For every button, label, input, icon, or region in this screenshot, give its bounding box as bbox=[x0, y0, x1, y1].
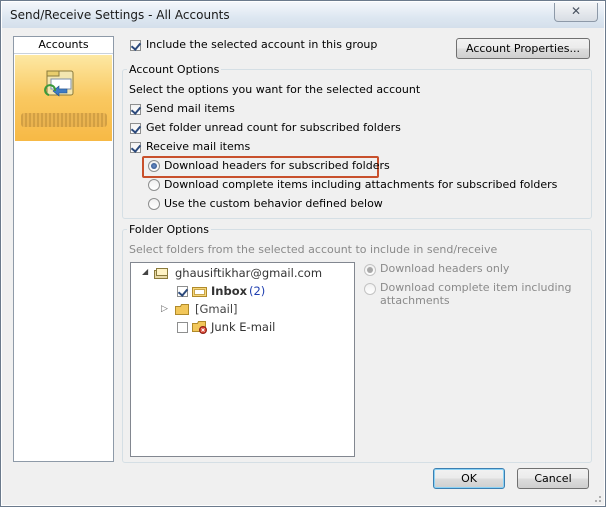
download-complete-item-label-line2: attachments bbox=[380, 294, 450, 307]
download-complete-label: Download complete items including attach… bbox=[164, 178, 558, 191]
receive-mail-label: Receive mail items bbox=[146, 140, 251, 153]
include-account-label: Include the selected account in this gro… bbox=[146, 38, 378, 51]
dialog-window: Send/Receive Settings - All Accounts ✕ A… bbox=[0, 0, 606, 507]
junk-folder-icon bbox=[192, 321, 207, 334]
tree-junk-label: Junk E-mail bbox=[211, 320, 276, 334]
tree-inbox-label: Inbox bbox=[211, 284, 248, 298]
account-options-instruction: Select the options you want for the sele… bbox=[129, 83, 421, 96]
tree-account-label: ghausiftikhar@gmail.com bbox=[175, 266, 323, 280]
title-bar: Send/Receive Settings - All Accounts ✕ bbox=[2, 2, 604, 28]
send-receive-folder-icon bbox=[44, 70, 74, 97]
download-headers-radio[interactable] bbox=[148, 160, 160, 172]
account-options-legend: Account Options bbox=[127, 63, 222, 76]
custom-behavior-label: Use the custom behavior defined below bbox=[164, 197, 383, 210]
folder-tree[interactable]: ◢ ghausiftikhar@gmail.com Inbox (2) ▷ [G… bbox=[130, 262, 355, 457]
junk-checkbox[interactable] bbox=[177, 322, 188, 333]
window-title: Send/Receive Settings - All Accounts bbox=[10, 8, 230, 22]
download-headers-label: Download headers for subscribed folders bbox=[164, 159, 390, 172]
cancel-button[interactable]: Cancel bbox=[517, 468, 589, 489]
folder-options-instruction: Select folders from the selected account… bbox=[129, 243, 498, 256]
accounts-list[interactable]: Accounts bbox=[13, 36, 114, 462]
expand-triangle-icon[interactable]: ▷ bbox=[161, 304, 168, 314]
tree-gmail-label: [Gmail] bbox=[195, 302, 238, 316]
download-complete-item-label-line1: Download complete item including bbox=[380, 281, 572, 294]
account-name-blurred bbox=[21, 113, 107, 127]
close-button[interactable]: ✕ bbox=[554, 3, 598, 22]
collapse-triangle-icon[interactable]: ◢ bbox=[142, 267, 148, 276]
download-headers-only-label: Download headers only bbox=[380, 262, 510, 275]
receive-mail-checkbox[interactable] bbox=[130, 142, 141, 153]
accounts-header: Accounts bbox=[14, 37, 113, 54]
ok-button[interactable]: OK bbox=[433, 468, 505, 489]
unread-count-label: Get folder unread count for subscribed f… bbox=[146, 121, 401, 134]
download-complete-radio[interactable] bbox=[148, 179, 160, 191]
tree-inbox-count: (2) bbox=[249, 284, 266, 298]
send-mail-label: Send mail items bbox=[146, 102, 235, 115]
inbox-checkbox[interactable] bbox=[177, 286, 188, 297]
custom-behavior-radio[interactable] bbox=[148, 198, 160, 210]
unread-count-checkbox[interactable] bbox=[130, 123, 141, 134]
account-list-item-selected[interactable] bbox=[15, 55, 112, 141]
account-properties-button[interactable]: Account Properties... bbox=[456, 38, 590, 59]
include-account-checkbox[interactable] bbox=[130, 40, 141, 51]
download-headers-only-radio[interactable] bbox=[364, 264, 376, 276]
send-mail-checkbox[interactable] bbox=[130, 104, 141, 115]
inbox-folder-icon bbox=[192, 287, 207, 297]
gmail-folder-icon bbox=[175, 304, 189, 315]
folder-options-legend: Folder Options bbox=[127, 223, 211, 236]
download-complete-item-radio[interactable] bbox=[364, 283, 376, 295]
close-icon: ✕ bbox=[570, 4, 582, 18]
resize-grip-icon[interactable] bbox=[592, 493, 602, 503]
mailbox-icon bbox=[154, 268, 168, 279]
